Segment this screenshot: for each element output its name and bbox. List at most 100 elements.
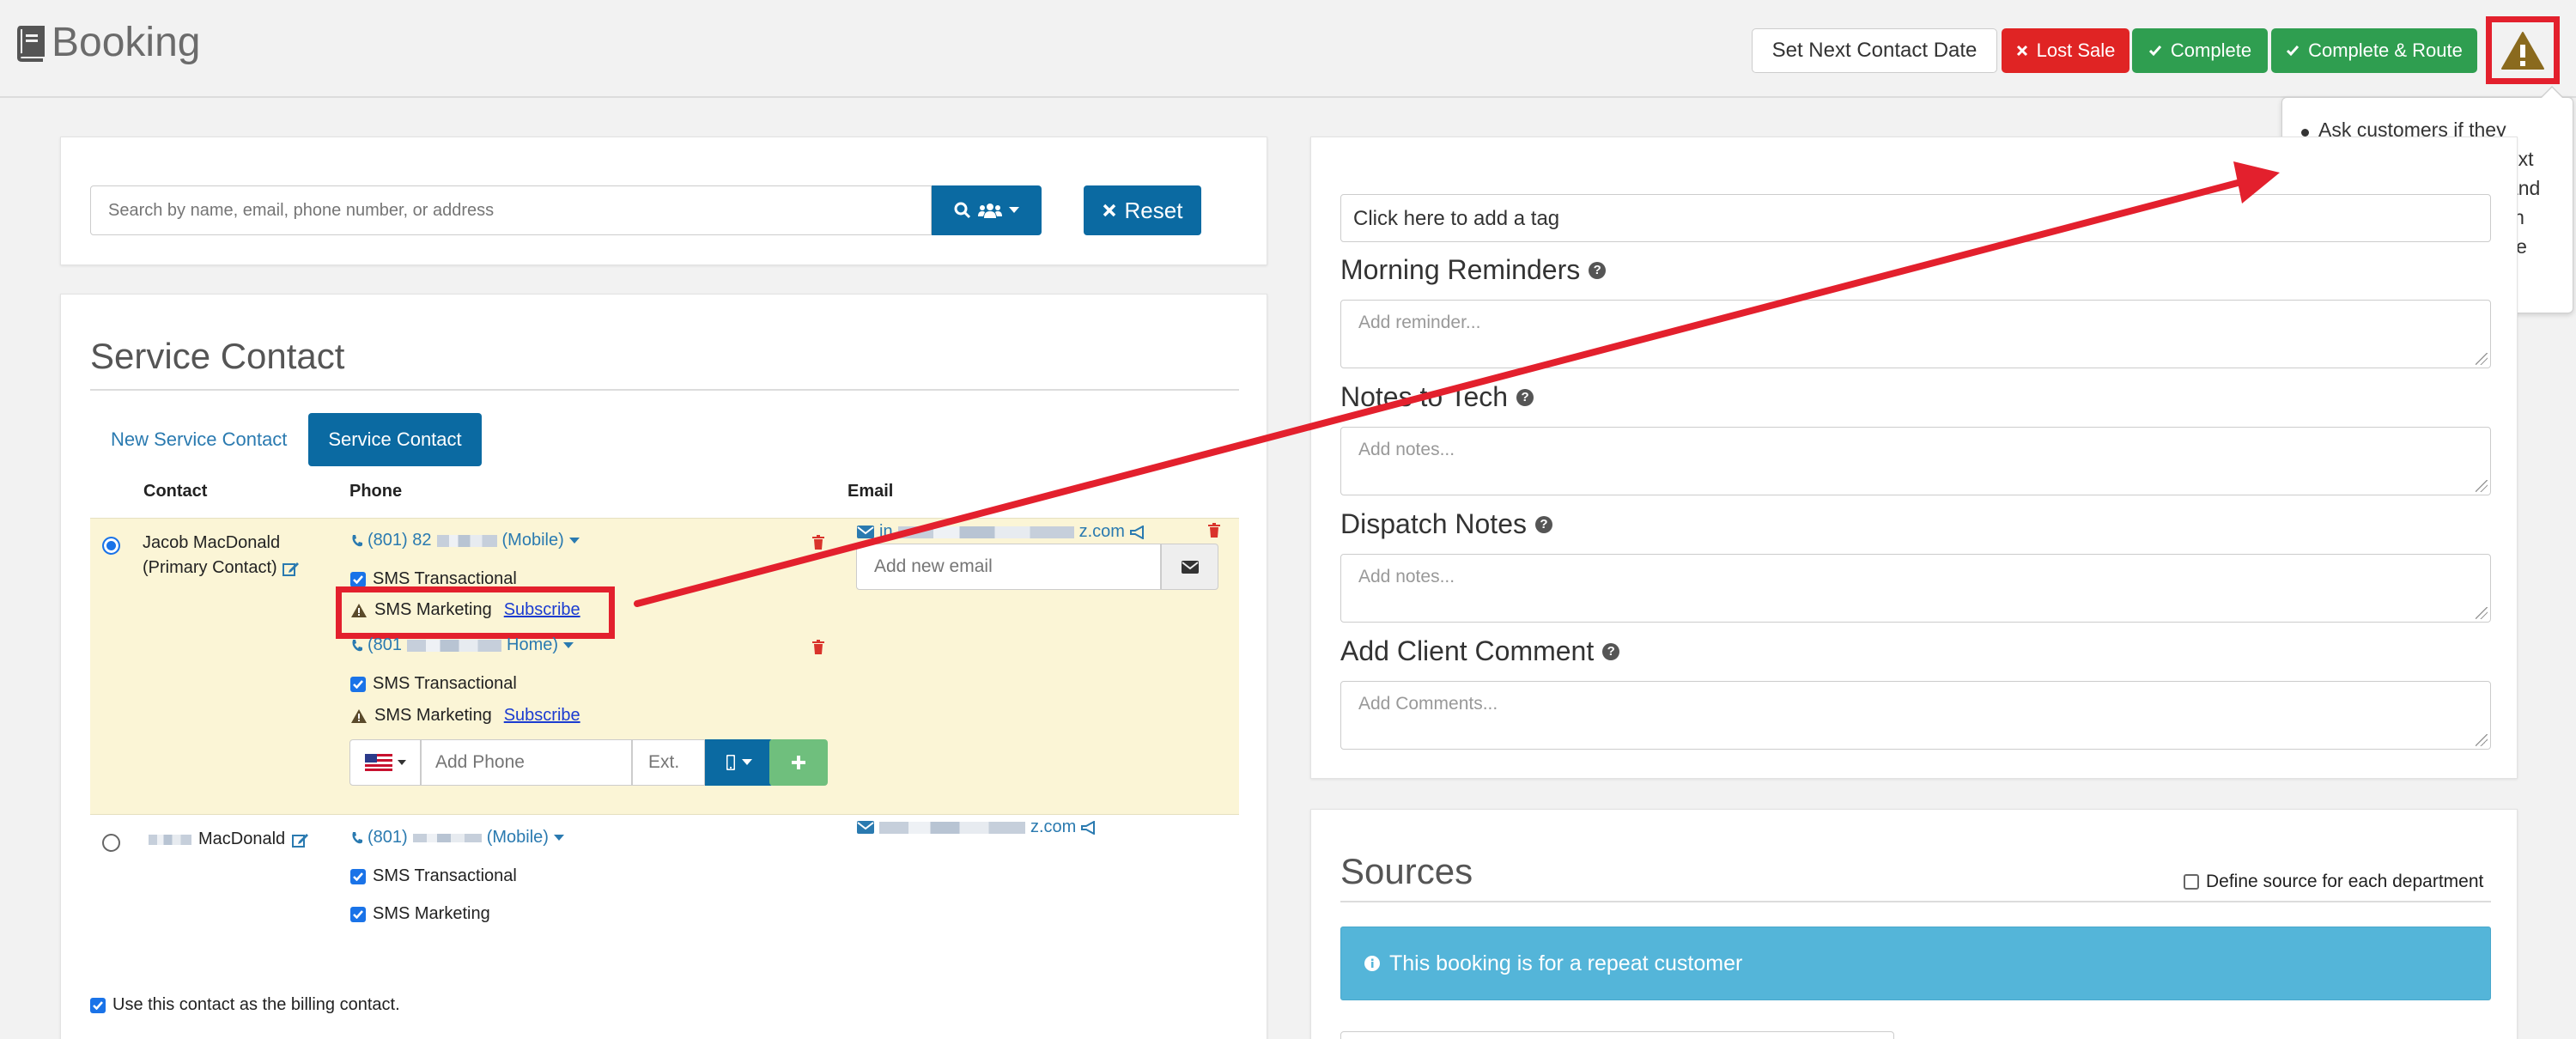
bullhorn-icon bbox=[1129, 525, 1144, 539]
notes-to-tech-label: Notes to Tech ? bbox=[1340, 381, 1534, 413]
edit-icon[interactable] bbox=[282, 561, 300, 576]
caret-down-icon bbox=[563, 641, 574, 648]
top-bar: Booking Set Next Contact Date Lost Sale … bbox=[0, 0, 2576, 98]
trash-icon[interactable] bbox=[812, 640, 824, 654]
tag-input[interactable]: Click here to add a tag bbox=[1340, 194, 2491, 242]
bullhorn-icon bbox=[1081, 820, 1096, 835]
mobile-icon bbox=[726, 755, 735, 770]
check-icon bbox=[353, 679, 363, 689]
checkbox-checked[interactable] bbox=[350, 676, 366, 692]
check-icon bbox=[93, 1000, 103, 1010]
trash-icon[interactable] bbox=[1208, 523, 1220, 538]
booking-details-panel: Click here to add a tag Morning Reminder… bbox=[1310, 137, 2518, 779]
dispatch-notes-textarea[interactable]: Add notes... bbox=[1340, 554, 2491, 623]
morning-reminders-textarea[interactable]: Add reminder... bbox=[1340, 300, 2491, 368]
contact-name: MacDonald bbox=[198, 829, 286, 848]
checkbox-checked[interactable] bbox=[90, 997, 106, 1013]
add-email-input[interactable] bbox=[856, 544, 1161, 590]
complete-button[interactable]: Complete bbox=[2132, 28, 2268, 73]
help-icon[interactable]: ? bbox=[1534, 515, 1552, 533]
checkbox-checked[interactable] bbox=[350, 906, 366, 922]
billing-contact-checkbox[interactable]: Use this contact as the billing contact. bbox=[90, 995, 400, 1015]
billing-contact-label: Use this contact as the billing contact. bbox=[112, 995, 400, 1014]
notes-to-tech-textarea[interactable]: Add notes... bbox=[1340, 427, 2491, 495]
divider bbox=[90, 389, 1239, 391]
sms-transactional-label: SMS Transactional bbox=[373, 866, 517, 885]
section-title: Sources bbox=[1340, 851, 1473, 891]
help-icon[interactable]: ? bbox=[1602, 642, 1620, 660]
tab-service-contact[interactable]: Service Contact bbox=[308, 413, 482, 466]
checkbox-unchecked[interactable] bbox=[2184, 874, 2199, 890]
phone-home-link[interactable]: (801 Home) bbox=[350, 635, 574, 655]
sms-transactional-checkbox[interactable]: SMS Transactional bbox=[350, 674, 517, 694]
phone-icon bbox=[352, 534, 362, 546]
column-header-email: Email bbox=[848, 482, 894, 501]
complete-label: Complete bbox=[2170, 39, 2252, 61]
repeat-customer-alert: This booking is for a repeat customer bbox=[1340, 927, 2491, 1000]
complete-route-button[interactable]: Complete & Route bbox=[2271, 28, 2477, 73]
email-end: z.com bbox=[1078, 522, 1125, 541]
tab-new-service-contact[interactable]: New Service Contact bbox=[111, 428, 287, 451]
column-header-phone: Phone bbox=[349, 482, 403, 501]
phone-number: (801 bbox=[368, 635, 403, 654]
envelope-icon bbox=[857, 526, 874, 538]
edit-icon[interactable] bbox=[292, 832, 309, 848]
help-icon[interactable]: ? bbox=[1516, 388, 1534, 406]
contact-radio[interactable] bbox=[102, 834, 120, 852]
add-phone-button[interactable] bbox=[769, 739, 828, 786]
set-next-contact-date-button[interactable]: Set Next Contact Date bbox=[1752, 28, 1997, 73]
help-icon[interactable]: ? bbox=[1589, 261, 1607, 279]
contact-name-row: MacDonald bbox=[149, 827, 309, 852]
primary-contact-label: (Primary Contact) bbox=[143, 556, 300, 580]
phone-type-dropdown[interactable] bbox=[705, 739, 774, 786]
sms-marketing-checkbox[interactable]: SMS Marketing bbox=[350, 904, 490, 924]
check-icon bbox=[353, 872, 363, 881]
envelope-icon bbox=[857, 821, 874, 834]
client-comment-text: Add Client Comment bbox=[1340, 635, 1595, 666]
email-link[interactable]: z.com bbox=[857, 817, 1097, 837]
phone-icon bbox=[352, 831, 362, 843]
check-icon bbox=[2148, 46, 2162, 57]
email-link[interactable]: in z.com bbox=[857, 522, 1145, 542]
country-select[interactable] bbox=[349, 739, 421, 786]
define-source-checkbox[interactable]: Define source for each department bbox=[2184, 872, 2483, 892]
search-button[interactable] bbox=[932, 185, 1042, 235]
add-email-button[interactable] bbox=[1161, 544, 1218, 590]
define-source-label: Define source for each department bbox=[2206, 872, 2484, 891]
phone-icon bbox=[352, 639, 362, 651]
subscribe-link[interactable]: Subscribe bbox=[504, 706, 580, 726]
redacted-text bbox=[149, 834, 191, 845]
phone-mobile-link[interactable]: (801) (Mobile) bbox=[350, 828, 564, 848]
trash-icon[interactable] bbox=[812, 535, 824, 550]
service-contact-panel: Service Contact New Service Contact Serv… bbox=[60, 294, 1267, 1039]
contact-radio-selected[interactable] bbox=[102, 537, 120, 555]
us-flag-icon bbox=[364, 754, 392, 771]
page-title: Booking bbox=[52, 20, 201, 65]
phone-number: (801) bbox=[368, 828, 408, 847]
sms-transactional-checkbox[interactable]: SMS Transactional bbox=[350, 866, 517, 886]
add-phone-input[interactable] bbox=[421, 739, 632, 786]
phone-mobile-link[interactable]: (801) 82 (Mobile) bbox=[350, 531, 580, 550]
search-input[interactable] bbox=[90, 185, 932, 235]
search-icon bbox=[954, 202, 971, 219]
brand: Booking bbox=[15, 19, 200, 66]
sms-marketing-label: SMS Marketing bbox=[374, 706, 492, 725]
phone-type: (Mobile) bbox=[501, 531, 564, 550]
morning-reminders-text: Morning Reminders bbox=[1340, 254, 1581, 285]
x-icon bbox=[1103, 204, 1115, 217]
repeat-customer-text: This booking is for a repeat customer bbox=[1389, 951, 1743, 975]
redacted-text bbox=[879, 821, 1025, 834]
client-comment-label: Add Client Comment ? bbox=[1340, 635, 1620, 667]
checkbox-checked[interactable] bbox=[350, 571, 366, 587]
client-comment-textarea[interactable]: Add Comments... bbox=[1340, 681, 2491, 750]
lost-sale-button[interactable]: Lost Sale bbox=[2002, 28, 2129, 73]
reset-button[interactable]: Reset bbox=[1084, 185, 1201, 235]
redacted-text bbox=[436, 534, 497, 547]
phone-type: (Mobile) bbox=[486, 828, 549, 847]
warning-button[interactable] bbox=[2486, 16, 2560, 84]
source-select[interactable] bbox=[1340, 1031, 1894, 1039]
contact-name: Jacob MacDonald bbox=[143, 533, 281, 552]
ext-input[interactable] bbox=[632, 739, 705, 786]
email-end: z.com bbox=[1030, 817, 1077, 836]
checkbox-checked[interactable] bbox=[350, 868, 366, 884]
